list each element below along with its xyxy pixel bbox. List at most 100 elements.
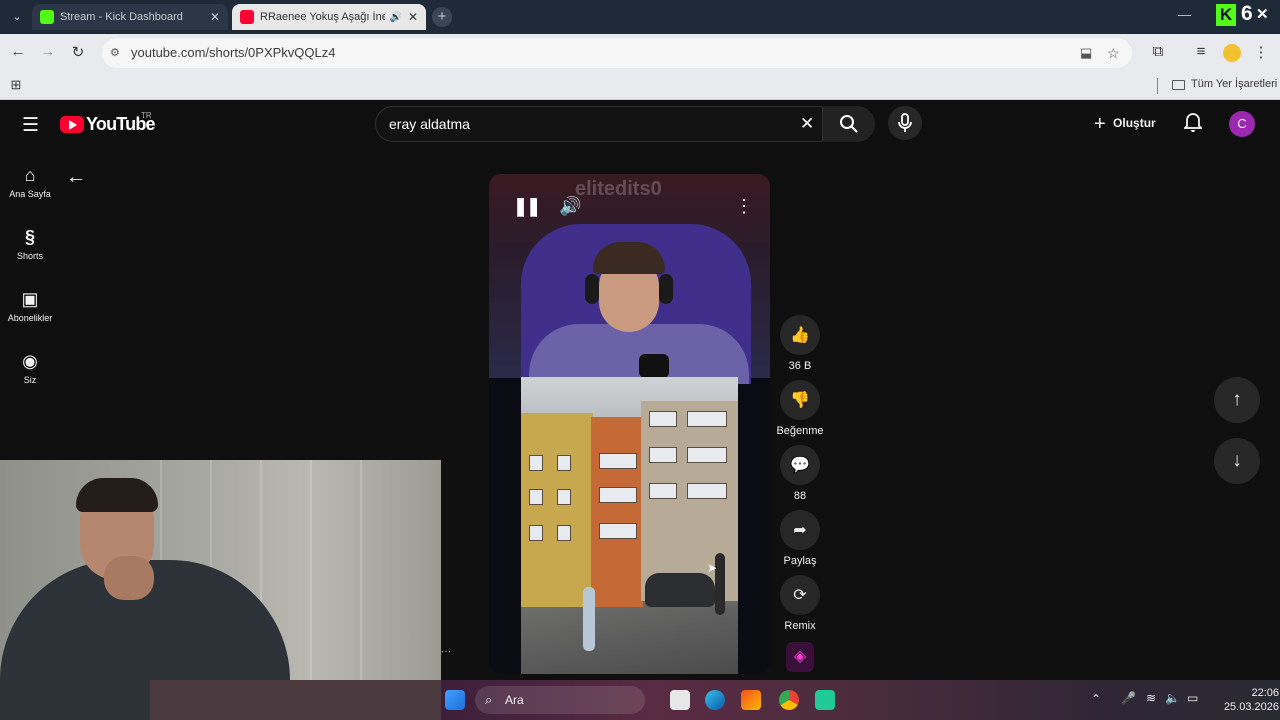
back-icon[interactable]: ← (8, 43, 28, 60)
tab-label: RRaenee Yokuş Aşağı İnerk (260, 11, 386, 23)
comments-button[interactable]: 💬 (780, 445, 820, 485)
thumbs-up-icon: 👍 (790, 327, 810, 344)
curtain-fold (360, 460, 362, 690)
share-button[interactable]: ➦ (780, 510, 820, 550)
dislike-button[interactable]: 👎 (780, 380, 820, 420)
window (557, 525, 571, 541)
back-arrow-icon[interactable]: ← (66, 166, 86, 189)
hamburger-menu-icon[interactable]: ☰ (22, 114, 39, 137)
reload-icon[interactable]: ↻ (68, 43, 88, 61)
bookmarks-bar: ⊞ Tüm Yer İşaretleri (0, 72, 1280, 100)
like-button[interactable]: 👍 (780, 315, 820, 355)
previous-short-button[interactable]: ↑ (1214, 377, 1260, 423)
tab-close-icon[interactable]: ✕ (210, 10, 220, 24)
browser-tab-bar: ⌄ Stream - Kick Dashboard ✕ RRaenee Yoku… (0, 0, 1280, 34)
desk-edge (150, 680, 441, 720)
window (529, 455, 543, 471)
new-tab-button[interactable]: + (432, 7, 452, 27)
create-label: Oluştur (1113, 116, 1156, 130)
forward-icon[interactable]: → (38, 43, 58, 60)
webcam-overlay (0, 460, 441, 720)
tab-kick-dashboard[interactable]: Stream - Kick Dashboard ✕ (32, 4, 228, 30)
show-hidden-icons-icon[interactable]: ⌃ (1091, 692, 1101, 706)
remix-label: Remix (784, 620, 816, 632)
edge-browser-icon[interactable] (705, 690, 725, 710)
parked-car (645, 573, 715, 607)
share-arrow-icon: ➦ (793, 522, 807, 539)
avatar-letter: C (1237, 116, 1247, 131)
tab-audio-icon[interactable]: 🔊 (389, 12, 401, 23)
taskbar-search[interactable]: ⌕ Ara (475, 686, 645, 714)
chrome-menu-icon[interactable]: ⋮ (1251, 43, 1271, 61)
all-bookmarks-link[interactable]: Tüm Yer İşaretleri (1191, 78, 1277, 90)
orange-building (591, 417, 643, 607)
nav-you[interactable]: ◉ Siz (0, 350, 60, 385)
arrow-up-icon: ↑ (1232, 389, 1242, 410)
pause-button[interactable]: ❚❚ (513, 196, 541, 217)
window (557, 489, 571, 505)
overlay-count: 6 (1241, 2, 1253, 25)
extensions-icon[interactable]: ⧉ (1148, 43, 1168, 60)
microphone-icon (898, 113, 912, 132)
windows-start-icon[interactable] (445, 690, 465, 710)
bookmarks-divider (1157, 78, 1158, 94)
search-button[interactable] (823, 106, 875, 142)
window (599, 453, 637, 469)
shorts-icon: § (24, 227, 35, 247)
arrow-down-icon: ↓ (1232, 450, 1242, 471)
street-clip-frame: ➤ (521, 377, 738, 674)
nav-subscriptions[interactable]: ▣ Abonelikler (0, 288, 60, 323)
clear-search-icon[interactable]: ✕ (800, 107, 814, 141)
chrome-icon[interactable] (779, 690, 799, 710)
volume-button[interactable]: 🔊 (559, 196, 581, 217)
window (529, 489, 543, 505)
address-bar[interactable]: ⚙ youtube.com/shorts/0PXPkvQQLz4 ⬓ ☆ (102, 38, 1132, 68)
voice-search-button[interactable] (888, 106, 922, 140)
tab-close-icon[interactable]: ✕ (408, 10, 418, 24)
folder-icon (1172, 80, 1185, 90)
video-more-options-icon[interactable]: ⋮ (735, 196, 753, 217)
apps-grid-icon[interactable]: ⊞ (6, 77, 26, 93)
plus-icon: + (1094, 113, 1106, 135)
account-avatar[interactable]: C (1229, 111, 1255, 137)
site-info-icon[interactable]: ⚙ (110, 38, 120, 68)
sound-source-thumbnail[interactable]: ◈ (786, 642, 814, 672)
streamer-hair (593, 242, 665, 274)
url-text: youtube.com/shorts/0PXPkvQQLz4 (131, 45, 336, 60)
nav-shorts[interactable]: § Shorts (0, 226, 60, 261)
microsoft-store-icon[interactable] (741, 690, 761, 710)
battery-icon[interactable]: ▭ (1187, 691, 1198, 705)
tab-search-chevron-icon[interactable]: ⌄ (9, 7, 25, 27)
remix-icon: ⟳ (793, 587, 807, 604)
kick-favicon-icon (40, 10, 54, 24)
shorts-video-player[interactable]: elitedits0 ➤ ❚❚ � (489, 174, 770, 674)
notifications-bell-icon[interactable] (1182, 112, 1204, 137)
overlay-handle-icon[interactable]: ··· (441, 646, 451, 657)
search-input[interactable]: eray aldatma ✕ (375, 106, 823, 142)
clock-time[interactable]: 22:06 (1223, 687, 1279, 699)
headphones-right (659, 274, 673, 304)
remix-button[interactable]: ⟳ (780, 575, 820, 615)
app-icon[interactable] (815, 690, 835, 710)
bookmark-star-icon[interactable]: ☆ (1107, 38, 1120, 68)
wifi-icon[interactable]: ≋ (1146, 691, 1156, 705)
window (687, 483, 727, 499)
create-button[interactable]: + Oluştur (1094, 113, 1156, 136)
close-window-icon[interactable]: ✕ (1256, 5, 1269, 23)
person-hair (76, 478, 158, 512)
clock-date[interactable]: 25.03.2026 (1209, 701, 1279, 713)
task-view-icon[interactable] (670, 690, 690, 710)
nav-home[interactable]: ⌂ Ana Sayfa (0, 164, 60, 199)
profile-avatar-icon[interactable] (1223, 44, 1241, 62)
install-app-icon[interactable]: ⬓ (1080, 38, 1092, 68)
pedestrian-left (583, 587, 595, 651)
tab-youtube-shorts[interactable]: RRaenee Yokuş Aşağı İnerk 🔊 ✕ (232, 4, 426, 30)
next-short-button[interactable]: ↓ (1214, 438, 1260, 484)
window (529, 525, 543, 541)
mouse-cursor-icon: ➤ (707, 561, 718, 575)
tab-label: Stream - Kick Dashboard (60, 11, 183, 23)
minimize-icon[interactable]: — (1178, 7, 1191, 22)
microphone-tray-icon[interactable]: 🎤 (1121, 691, 1136, 705)
media-control-icon[interactable]: ≡ (1191, 43, 1211, 60)
volume-tray-icon[interactable]: 🔈 (1165, 691, 1180, 705)
